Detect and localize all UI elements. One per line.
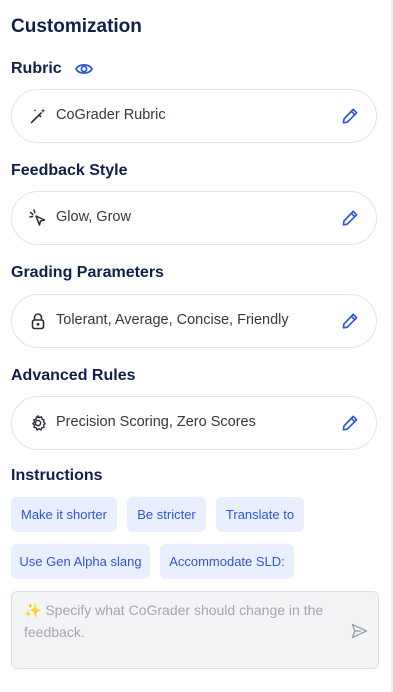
- advanced-rules-card[interactable]: Precision Scoring, Zero Scores: [11, 396, 377, 450]
- chip-translate-to[interactable]: Translate to: [216, 497, 304, 532]
- magic-wand-icon: [30, 108, 46, 124]
- page-title: Customization: [11, 16, 142, 37]
- pencil-icon[interactable]: [341, 209, 359, 227]
- sparkle-pointer-icon: [29, 209, 46, 226]
- rubric-heading: Rubric: [11, 60, 62, 77]
- chip-be-stricter[interactable]: Be stricter: [127, 497, 206, 532]
- chip-use-gen-alpha-slang[interactable]: Use Gen Alpha slang: [11, 544, 150, 579]
- pencil-icon[interactable]: [341, 414, 359, 432]
- lock-icon: [31, 313, 45, 330]
- instructions-heading: Instructions: [11, 467, 103, 484]
- advanced-rules-heading: Advanced Rules: [11, 367, 136, 384]
- feedback-style-heading: Feedback Style: [11, 162, 128, 179]
- rubric-card[interactable]: CoGrader Rubric: [11, 89, 377, 143]
- instructions-input[interactable]: ✨ Specify what CoGrader should change in…: [11, 591, 379, 669]
- advanced-rules-value: Precision Scoring, Zero Scores: [56, 414, 256, 430]
- feedback-style-card[interactable]: Glow, Grow: [11, 191, 377, 245]
- grading-parameters-card[interactable]: Tolerant, Average, Concise, Friendly: [11, 294, 377, 348]
- send-icon[interactable]: [351, 623, 368, 639]
- grading-parameters-heading: Grading Parameters: [11, 264, 164, 281]
- instructions-placeholder: ✨ Specify what CoGrader should change in…: [24, 602, 324, 640]
- gear-icon: [32, 415, 46, 431]
- pencil-icon[interactable]: [341, 107, 359, 125]
- chip-make-it-shorter[interactable]: Make it shorter: [11, 497, 117, 532]
- pencil-icon[interactable]: [341, 312, 359, 330]
- eye-icon[interactable]: [75, 62, 93, 76]
- grading-parameters-value: Tolerant, Average, Concise, Friendly: [56, 312, 289, 328]
- feedback-style-value: Glow, Grow: [56, 209, 131, 225]
- rubric-value: CoGrader Rubric: [56, 107, 166, 123]
- chip-accommodate-sld[interactable]: Accommodate SLD:: [160, 544, 294, 579]
